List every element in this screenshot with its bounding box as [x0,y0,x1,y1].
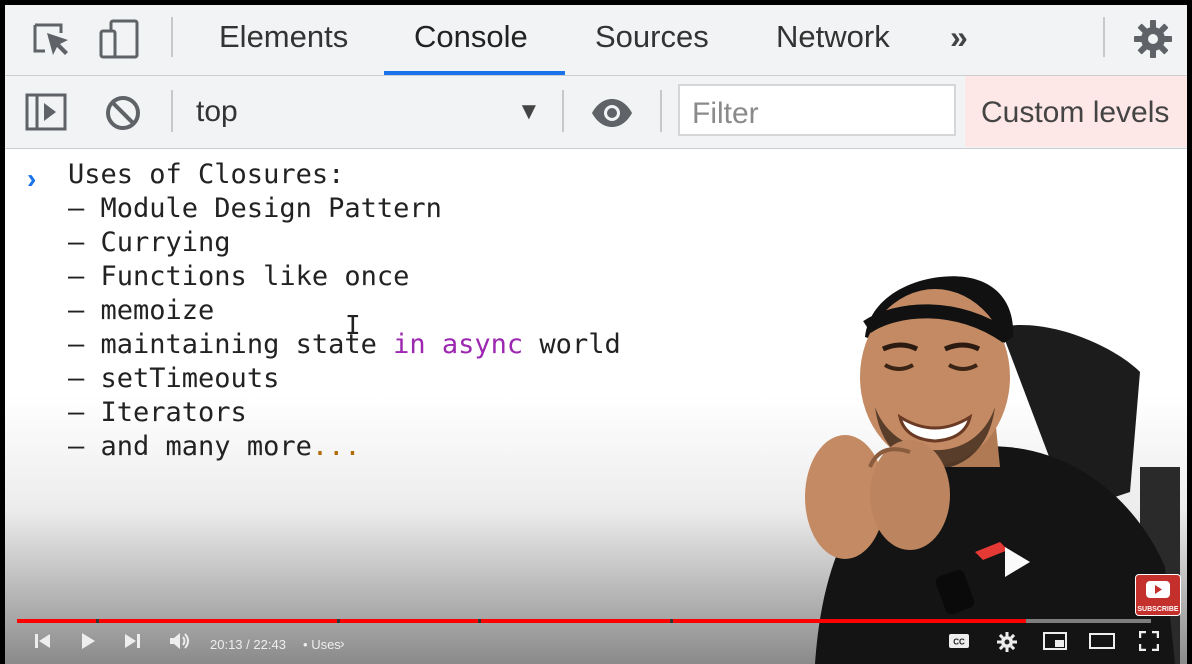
tab-console[interactable]: Console [414,19,528,55]
tab-sources[interactable]: Sources [595,19,709,55]
chevron-right-icon: › [340,635,345,651]
captions-icon[interactable]: CC [948,631,970,656]
toolbar-divider [660,90,662,132]
chapter-marker [96,619,99,623]
active-tab-indicator [384,71,565,75]
list-item: – Currying [68,227,231,258]
more-tabs-button[interactable]: » [950,19,968,56]
context-selector[interactable]: top [196,95,238,129]
svg-text:CC: CC [953,638,965,647]
settings-icon[interactable] [996,631,1018,658]
settings-gear-icon[interactable] [1131,17,1175,61]
list-item: – Functions like once [68,261,410,292]
list-item: – Module Design Pattern [68,193,442,224]
inspect-element-icon[interactable] [29,17,73,61]
ellipsis: ... [311,431,361,462]
previous-icon[interactable] [33,631,53,656]
filter-input[interactable] [678,84,956,136]
console-toolbar: top ▼ Custom levels [5,76,1187,149]
presenter-webcam [775,267,1187,664]
progress-played [17,619,1027,623]
prompt-chevron-icon: › [27,163,37,194]
theater-mode-icon[interactable] [1089,631,1115,656]
volume-icon[interactable] [168,631,190,656]
console-heading: Uses of Closures: [68,159,345,190]
clear-console-icon[interactable] [104,94,142,137]
tab-elements[interactable]: Elements [219,19,348,55]
chapter-marker [337,619,340,623]
next-icon[interactable] [122,631,142,656]
toolbar-divider [562,90,564,132]
progress-bar[interactable] [17,619,1151,623]
log-levels-label: Custom levels [981,96,1170,129]
log-levels-dropdown[interactable]: Custom levels [965,76,1187,147]
devtools-tab-bar: Elements Console Sources Network » [5,5,1187,76]
chapter-marker [670,619,673,623]
toolbar-divider [1103,17,1105,57]
list-item: – setTimeouts [68,363,280,394]
fullscreen-icon[interactable] [1138,630,1160,656]
subscribe-button[interactable]: SUBSCRIBE [1135,574,1181,616]
video-frame: Elements Console Sources Network » top ▼… [5,5,1187,664]
subscribe-label: SUBSCRIBE [1137,606,1179,613]
list-item: – Iterators [68,397,247,428]
live-expression-eye-icon[interactable] [590,98,634,133]
toolbar-divider [171,17,173,57]
keyword-highlight: in async [393,329,524,360]
tab-network[interactable]: Network [776,19,890,55]
miniplayer-icon[interactable] [1043,631,1067,656]
list-item: – and many more... [68,431,361,462]
dropdown-arrow-icon[interactable]: ▼ [517,98,541,126]
device-toolbar-icon[interactable] [97,17,141,61]
time-display: 20:13 / 22:43 [210,637,286,652]
play-icon[interactable] [78,631,98,656]
youtube-play-icon [1146,581,1170,598]
chapter-marker [478,619,481,623]
chapter-title[interactable]: • Uses [303,637,341,652]
show-sidebar-icon[interactable] [25,93,67,136]
text-cursor-icon: I [345,311,361,341]
toolbar-divider [171,90,173,132]
list-item: – memoize [68,295,215,326]
player-controls: 20:13 / 22:43 • Uses › CC [5,627,1187,664]
